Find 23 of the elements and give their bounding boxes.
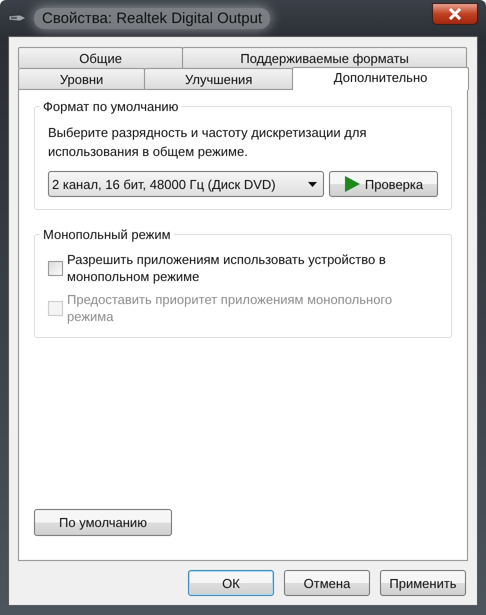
group-title: Монопольный режим bbox=[40, 227, 174, 242]
dialog-button[interactable]: ОК bbox=[188, 570, 274, 596]
close-icon bbox=[448, 8, 462, 20]
tab[interactable]: Улучшения bbox=[144, 68, 294, 89]
tab[interactable]: Дополнительно bbox=[292, 67, 469, 90]
test-button[interactable]: Проверка bbox=[329, 171, 438, 197]
window-title: Свойства: Realtek Digital Output bbox=[34, 8, 270, 28]
checkbox-label: Предоставить приоритет приложениям монопольного режима bbox=[67, 291, 394, 325]
group-title: Формат по умолчанию bbox=[40, 99, 182, 114]
format-dropdown[interactable]: 2 канал, 16 бит, 48000 Гц (Диск DVD) bbox=[48, 171, 324, 197]
dropdown-caret-icon bbox=[308, 182, 317, 186]
restore-defaults-button[interactable]: По умолчанию bbox=[34, 509, 172, 536]
dialog-button[interactable]: Отмена bbox=[284, 570, 370, 596]
play-icon bbox=[344, 176, 360, 192]
description-text: Выберите разрядность и частоту дискретизации для использования в общем режиме. bbox=[48, 124, 368, 161]
tab[interactable]: Уровни bbox=[18, 68, 146, 89]
tab[interactable]: Общие bbox=[18, 47, 184, 68]
checkbox[interactable] bbox=[48, 261, 63, 276]
dialog-button[interactable]: Применить bbox=[380, 570, 466, 596]
close-button[interactable] bbox=[432, 3, 478, 25]
speaker-device-icon bbox=[8, 13, 28, 23]
checkbox-label: Разрешить приложениям использовать устройство в монопольном режиме bbox=[67, 251, 387, 285]
tab[interactable]: Поддерживаемые форматы bbox=[182, 47, 467, 68]
